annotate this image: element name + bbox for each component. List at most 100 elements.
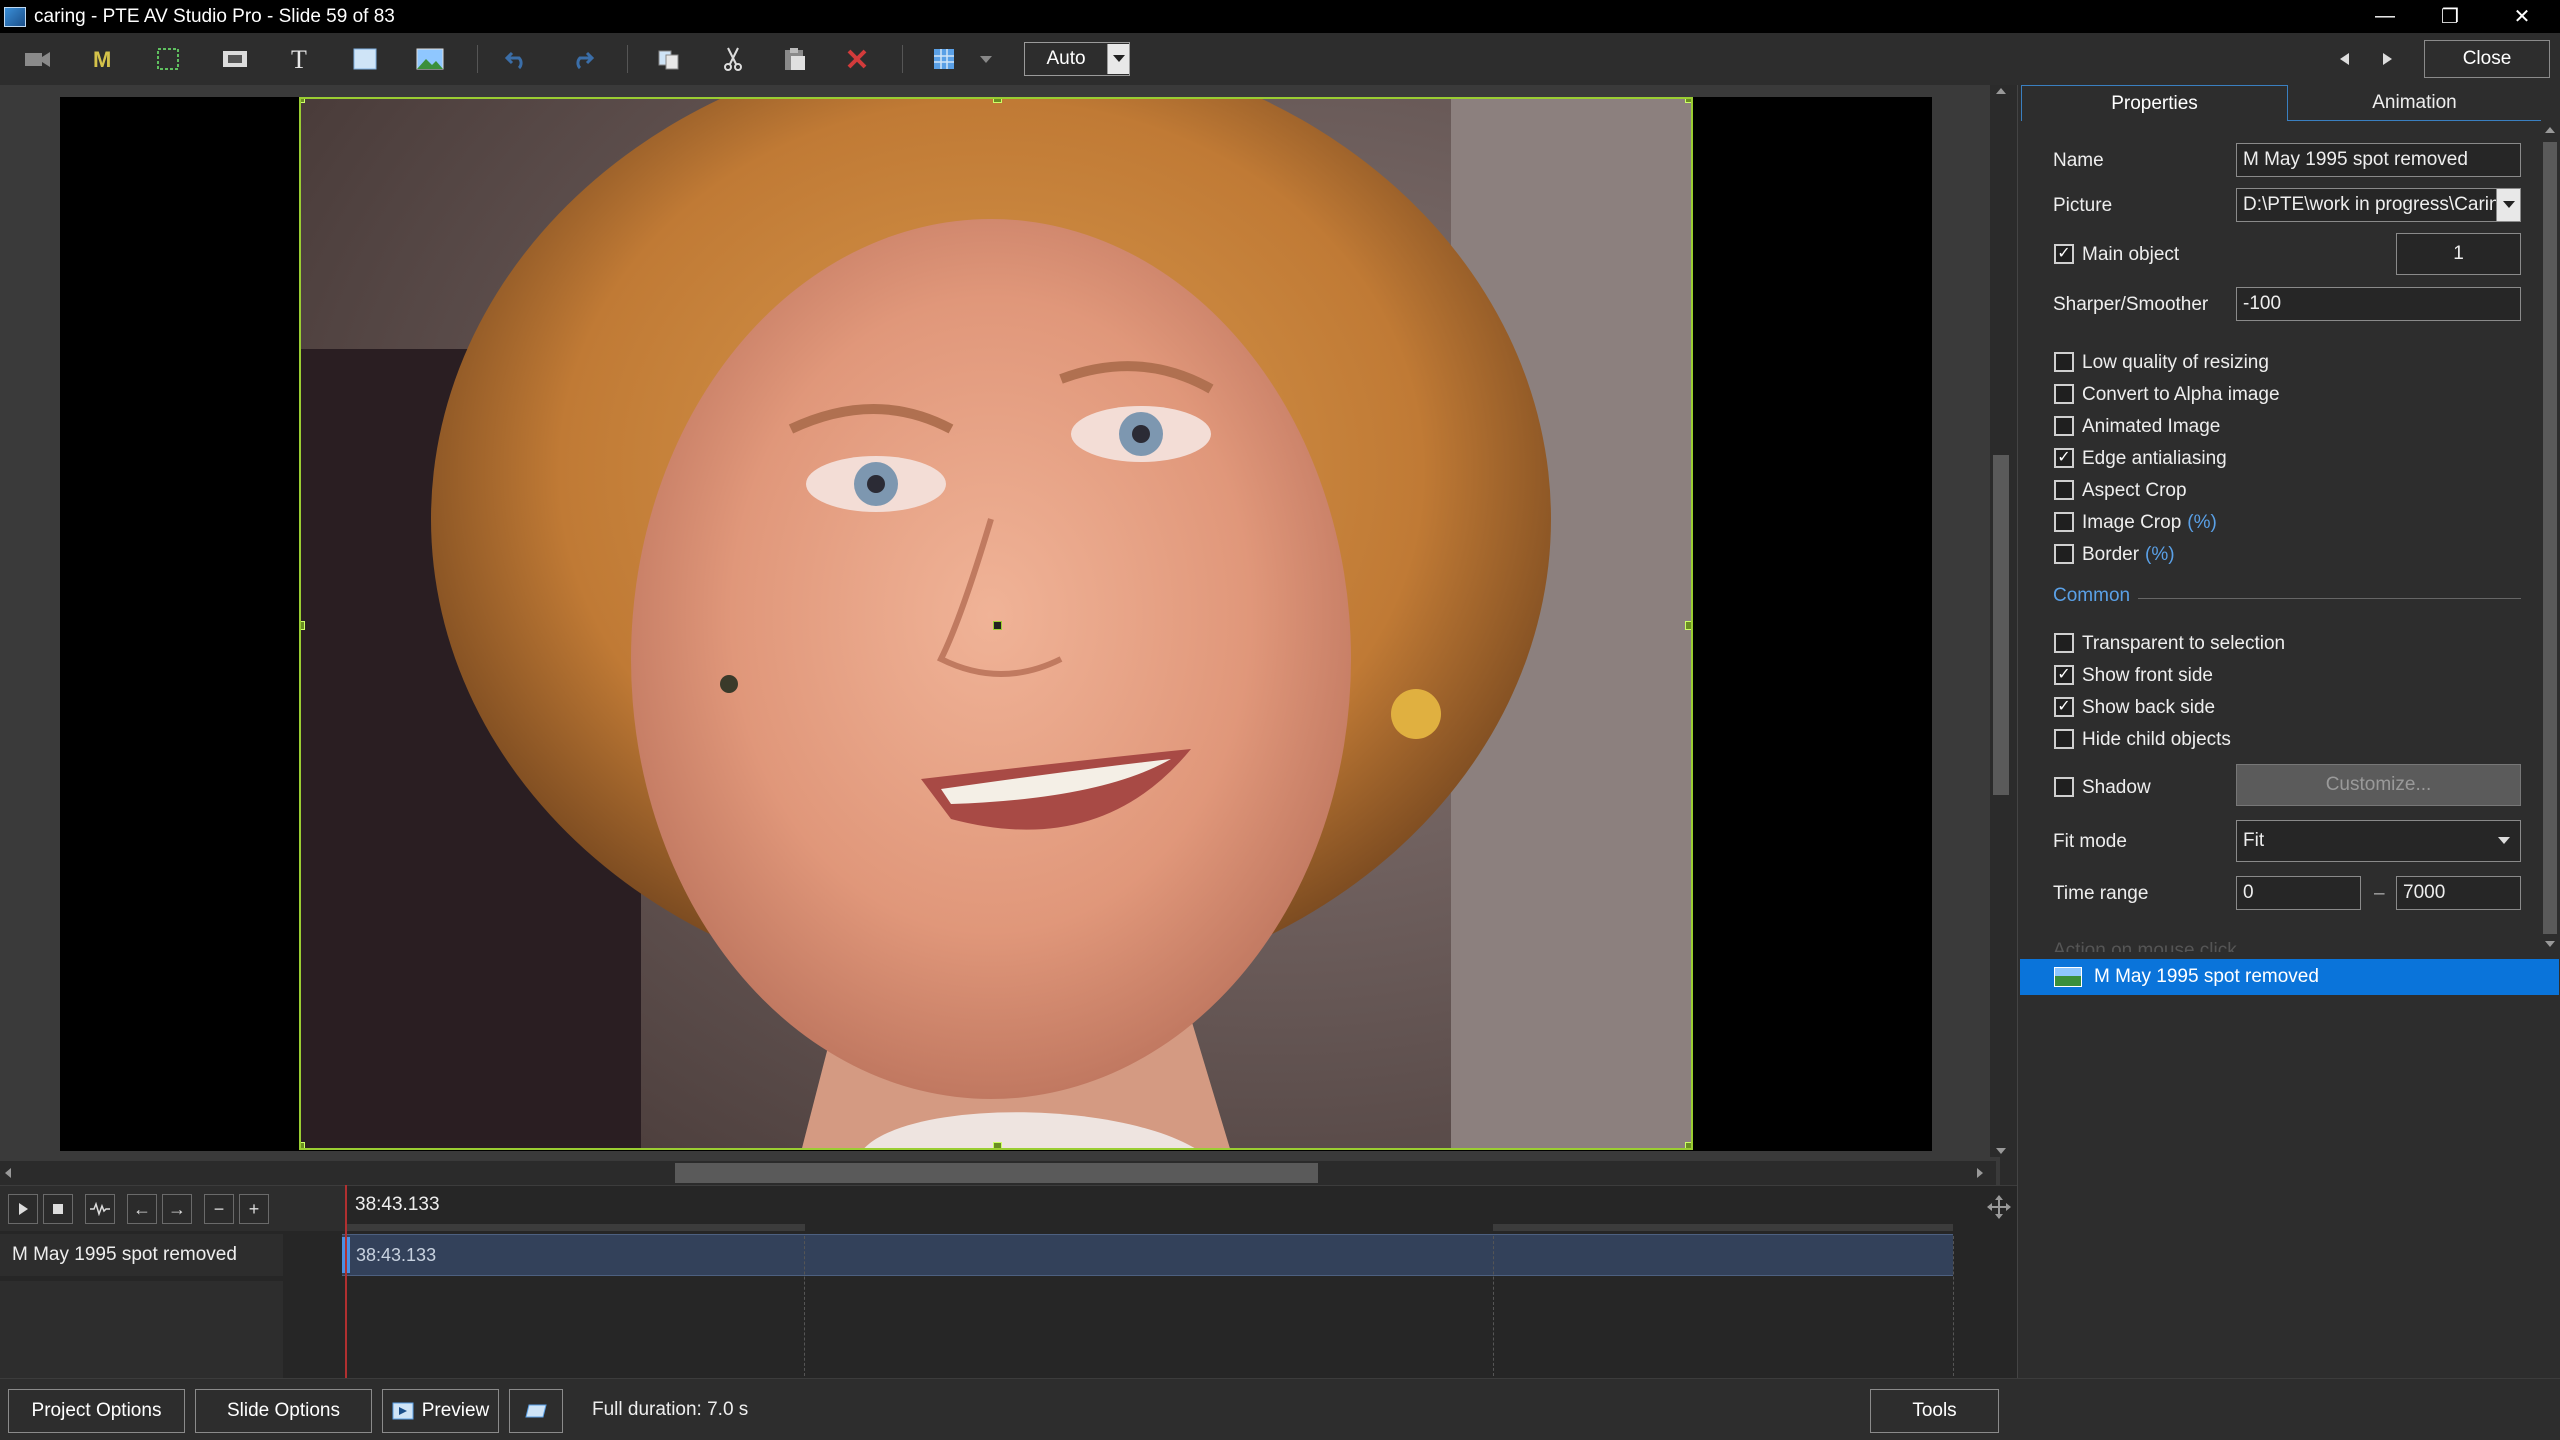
zoom-out-icon[interactable]: − (204, 1194, 234, 1224)
restore-button[interactable]: ❐ (2420, 0, 2480, 33)
chevron-down-icon[interactable] (2498, 837, 2510, 845)
track-name[interactable]: M May 1995 spot removed (0, 1234, 283, 1276)
resize-handle-r[interactable] (1685, 621, 1691, 630)
zoom-in-icon[interactable]: + (239, 1194, 269, 1224)
close-window-button[interactable]: ✕ (2492, 0, 2552, 33)
cut-icon[interactable] (716, 42, 750, 76)
image-option-text: Animated Image (2082, 416, 2221, 437)
close-button[interactable]: Close (2424, 40, 2550, 78)
object-list: M May 1995 spot removed (2018, 955, 2560, 1378)
resize-handle-br[interactable] (1685, 1142, 1691, 1148)
preview-label: Preview (421, 1400, 490, 1421)
waveform-icon[interactable] (85, 1194, 115, 1224)
preview-button[interactable]: Preview (382, 1389, 499, 1433)
vertical-scrollbar[interactable] (1990, 85, 2012, 1157)
rectangle-icon[interactable] (348, 42, 382, 76)
slide-options-button[interactable]: Slide Options (195, 1389, 372, 1433)
delete-icon[interactable] (840, 42, 874, 76)
section-divider (2138, 598, 2521, 599)
toolbar-separator (477, 45, 478, 73)
common-option-checkbox[interactable]: ✓ (2054, 665, 2074, 685)
track-time: 38:43.133 (356, 1245, 437, 1265)
picture-field[interactable]: D:\PTE\work in progress\Caring (2236, 188, 2521, 222)
tools-button[interactable]: Tools (1870, 1389, 1999, 1433)
image-icon[interactable] (413, 42, 447, 76)
common-option-text: Hide child objects (2082, 729, 2231, 750)
shadow-checkbox[interactable] (2054, 777, 2074, 797)
slide-image-object[interactable] (299, 97, 1693, 1150)
timeline-controls: ← → − + (0, 1186, 345, 1231)
minimize-button[interactable]: — (2355, 0, 2415, 33)
grid-dropdown-icon[interactable] (976, 42, 996, 76)
track-clip[interactable]: 38:43.133 (342, 1234, 1953, 1276)
stop-icon[interactable] (43, 1194, 73, 1224)
horizontal-scrollbar[interactable] (0, 1161, 1996, 1185)
play-icon[interactable] (8, 1194, 38, 1224)
fit-mode-select[interactable]: Fit (2236, 820, 2521, 862)
horizontal-scroll-thumb[interactable] (675, 1163, 1318, 1183)
image-option-label: Aspect Crop (2082, 480, 2187, 502)
image-option-checkbox[interactable] (2054, 352, 2074, 372)
common-option-checkbox[interactable] (2054, 729, 2074, 749)
common-option-checkbox[interactable] (2054, 633, 2074, 653)
panel-scroll-thumb[interactable] (2543, 142, 2557, 934)
time-range-dash: – (2374, 883, 2385, 904)
next-slide-icon[interactable] (2374, 42, 2402, 76)
time-to-field[interactable]: 7000 (2396, 876, 2521, 910)
svg-text:M: M (93, 47, 111, 71)
vertical-scroll-thumb[interactable] (1993, 455, 2009, 795)
image-option-text: Aspect Crop (2082, 480, 2187, 501)
grid-icon[interactable] (927, 42, 961, 76)
image-option-checkbox[interactable] (2054, 416, 2074, 436)
resize-handle-b[interactable] (993, 1142, 1002, 1148)
full-duration: Full duration: 7.0 s (592, 1399, 749, 1420)
image-option-checkbox[interactable] (2054, 512, 2074, 532)
move-icon[interactable] (1984, 1192, 2014, 1222)
redo-icon[interactable] (565, 42, 599, 76)
arrow-right-icon[interactable]: → (162, 1194, 192, 1224)
copy-icon[interactable] (652, 42, 686, 76)
image-option-label: Edge antialiasing (2082, 448, 2227, 470)
main-object-index[interactable]: 1 (2396, 233, 2521, 275)
chevron-down-icon[interactable] (2496, 189, 2520, 221)
image-option-text: Border (2082, 544, 2140, 565)
fit-mode-label: Fit mode (2053, 831, 2127, 852)
sharper-field[interactable]: -100 (2236, 287, 2521, 321)
chevron-down-icon[interactable] (1107, 44, 1129, 74)
main-object-checkbox[interactable]: ✓ (2054, 244, 2074, 264)
resize-handle-l[interactable] (301, 621, 305, 630)
resize-handle-tl[interactable] (301, 99, 305, 103)
fullscreen-preview-button[interactable] (509, 1389, 563, 1433)
image-option-checkbox[interactable]: ✓ (2054, 448, 2074, 468)
project-options-button[interactable]: Project Options (8, 1389, 185, 1433)
object-list-item[interactable]: M May 1995 spot removed (2020, 959, 2559, 995)
text-icon[interactable]: T (283, 42, 317, 76)
name-field[interactable]: M May 1995 spot removed (2236, 143, 2521, 177)
center-handle[interactable] (993, 621, 1002, 630)
image-option-checkbox[interactable] (2054, 480, 2074, 500)
time-from-field[interactable]: 0 (2236, 876, 2361, 910)
zoom-select[interactable]: Auto (1024, 42, 1130, 76)
tab-properties[interactable]: Properties (2021, 85, 2288, 121)
resize-handle-bl[interactable] (301, 1142, 305, 1148)
camera-icon[interactable] (20, 42, 54, 76)
common-option-checkbox[interactable]: ✓ (2054, 697, 2074, 717)
ruler-time: 38:43.133 (355, 1194, 440, 1215)
frame-icon[interactable] (151, 42, 185, 76)
mask-icon[interactable]: M (86, 42, 120, 76)
resize-handle-t[interactable] (993, 99, 1002, 103)
undo-icon[interactable] (500, 42, 534, 76)
prev-slide-icon[interactable] (2330, 42, 2358, 76)
video-icon[interactable] (218, 42, 252, 76)
timeline-ruler[interactable]: 38:43.133 (345, 1186, 1953, 1231)
arrow-left-icon[interactable]: ← (127, 1194, 157, 1224)
image-option-checkbox[interactable] (2054, 544, 2074, 564)
panel-scrollbar[interactable] (2539, 122, 2560, 952)
resize-handle-tr[interactable] (1685, 99, 1691, 103)
track-names-column (0, 1281, 283, 1379)
tab-animation[interactable]: Animation (2288, 85, 2541, 121)
paste-icon[interactable] (778, 42, 812, 76)
fit-mode-value: Fit (2243, 830, 2265, 851)
customize-button[interactable]: Customize... (2236, 764, 2521, 806)
image-option-checkbox[interactable] (2054, 384, 2074, 404)
